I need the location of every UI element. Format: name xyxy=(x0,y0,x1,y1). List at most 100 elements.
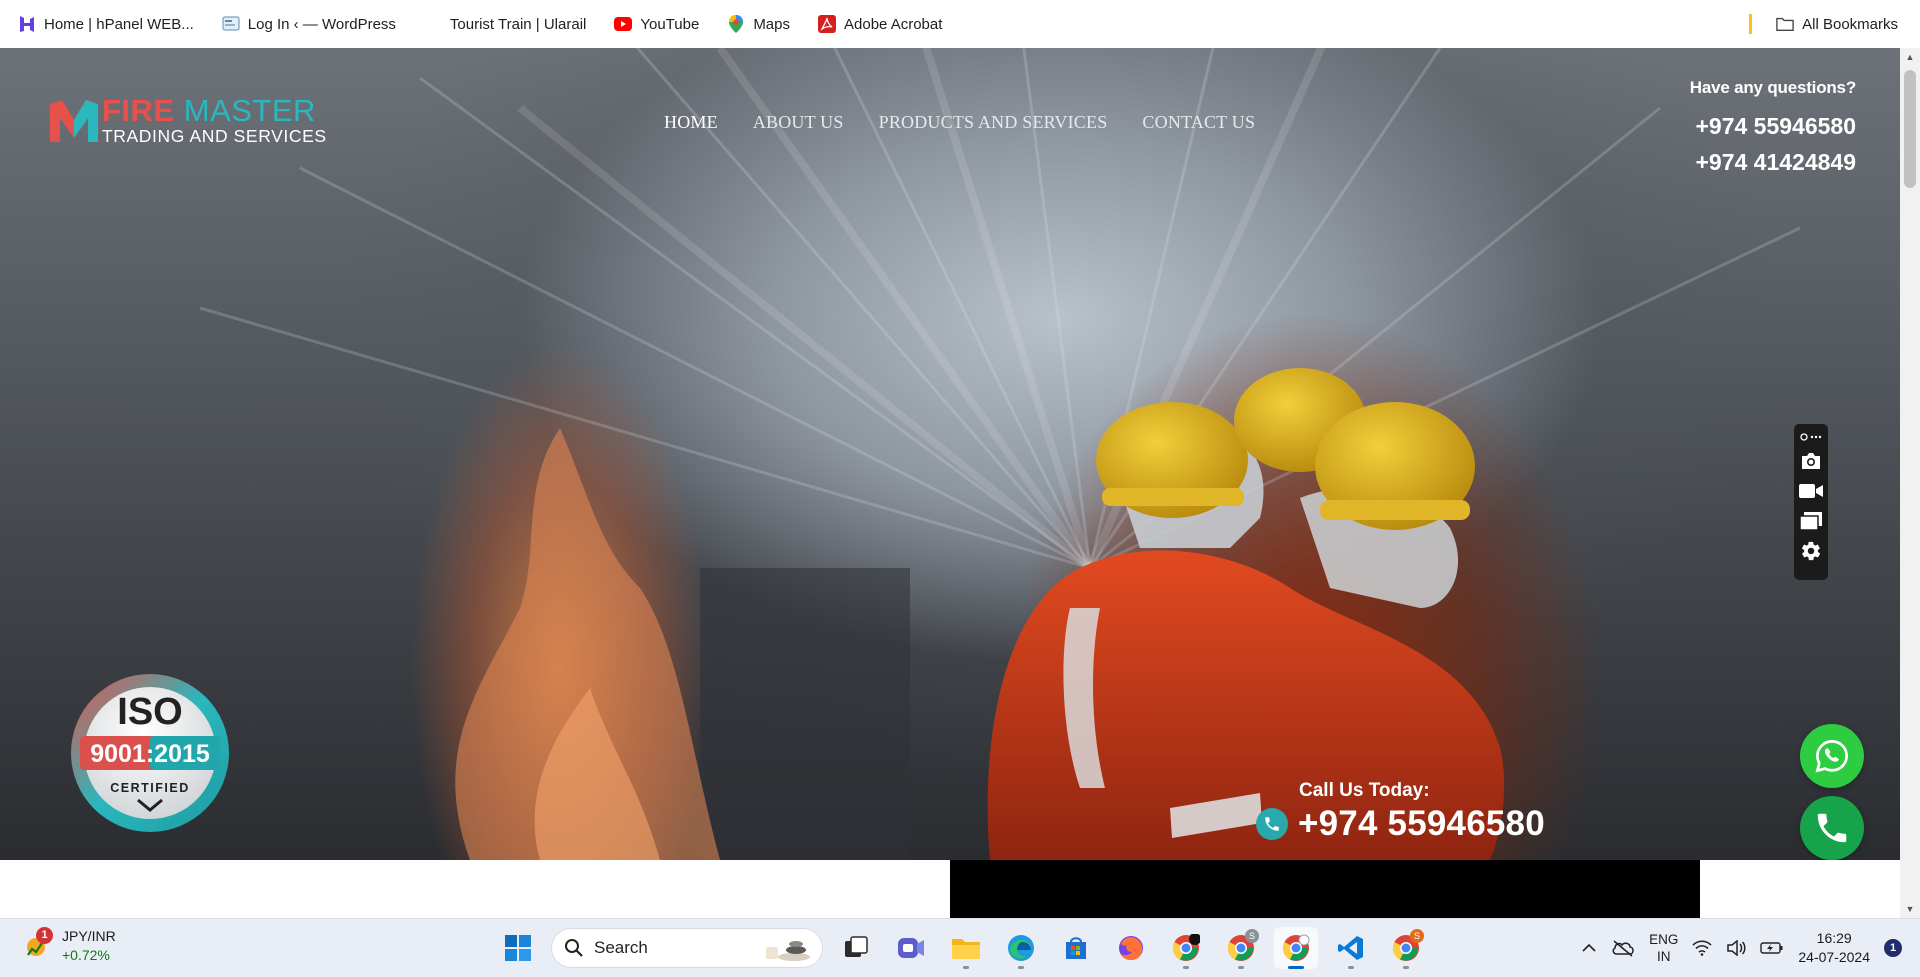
maps-icon xyxy=(727,15,745,33)
ticker-change: +0.72% xyxy=(62,947,110,963)
search-highlight-spa-icon xyxy=(766,941,810,961)
nav-about-us[interactable]: ABOUT US xyxy=(753,112,844,133)
clock-time: 16:29 xyxy=(1816,930,1852,946)
profile-badge: S xyxy=(1245,929,1259,943)
market-ticker-widget[interactable]: 1 JPY/INR +0.72% xyxy=(22,927,116,965)
bookmark-label: Log In ‹ — WordPress xyxy=(247,15,396,33)
hero-banner: FIRE MASTER TRADING AND SERVICES HOME AB… xyxy=(0,48,1900,860)
bookmarks-bar: Home | hPanel WEB... Log In ‹ — WordPres… xyxy=(0,0,1920,48)
video-record-icon[interactable] xyxy=(1798,476,1824,506)
all-bookmarks-label: All Bookmarks xyxy=(1802,15,1898,33)
whatsapp-button[interactable] xyxy=(1800,724,1864,788)
bookmark-ularail[interactable]: Tourist Train | Ularail xyxy=(420,8,590,40)
header-phone-1[interactable]: +974 55946580 xyxy=(1690,108,1856,144)
start-windows-icon[interactable] xyxy=(496,927,540,969)
chrome-icon[interactable] xyxy=(1164,927,1208,969)
taskbar-apps: Search S S xyxy=(496,927,1428,969)
bookmark-label: YouTube xyxy=(640,15,700,33)
acrobat-icon xyxy=(818,15,836,33)
notification-count: 1 xyxy=(1884,939,1902,957)
folder-icon xyxy=(1776,15,1794,33)
nav-home[interactable]: HOME xyxy=(664,112,718,133)
whatsapp-icon xyxy=(1815,740,1848,773)
bookmarks-separator xyxy=(1749,14,1753,34)
hero-background-image xyxy=(199,48,1801,860)
task-view-icon[interactable] xyxy=(834,927,878,969)
bookmark-maps[interactable]: Maps xyxy=(723,8,794,40)
call-us-phone: +974 55946580 xyxy=(1298,804,1545,843)
youtube-icon xyxy=(614,15,633,33)
logo-master-text: MASTER xyxy=(183,93,316,128)
hostinger-icon xyxy=(18,15,36,33)
header-contact: Have any questions? +974 55946580 +974 4… xyxy=(1690,78,1856,180)
settings-gear-icon[interactable] xyxy=(1798,536,1824,566)
volume-icon[interactable] xyxy=(1726,940,1746,956)
microsoft-store-icon[interactable] xyxy=(1054,927,1098,969)
main-nav: HOME ABOUT US PRODUCTS AND SERVICES CONT… xyxy=(664,112,1255,133)
scroll-down-arrow-icon[interactable]: ▼ xyxy=(1905,904,1915,914)
windows-taskbar: 1 JPY/INR +0.72% Search S S ENG IN 16:29… xyxy=(0,918,1920,977)
logo-fire-text: FIRE xyxy=(102,93,175,128)
onedrive-offline-icon[interactable] xyxy=(1611,939,1635,957)
call-us-phone-link[interactable]: +974 55946580 xyxy=(1256,804,1545,844)
toolbar-more-icon[interactable] xyxy=(1798,428,1824,446)
region-code: IN xyxy=(1656,949,1671,964)
video-embed-block[interactable] xyxy=(950,860,1700,918)
bookmark-label: Maps xyxy=(753,15,790,33)
notification-center-button[interactable]: 1 xyxy=(1884,939,1902,957)
vscode-icon[interactable] xyxy=(1329,927,1373,969)
bookmark-label: Adobe Acrobat xyxy=(844,15,943,33)
iso-title: ISO xyxy=(117,691,182,733)
bookmark-wordpress[interactable]: Log In ‹ — WordPress xyxy=(218,8,400,40)
site-logo[interactable]: FIRE MASTER TRADING AND SERVICES xyxy=(48,93,327,146)
file-explorer-icon[interactable] xyxy=(944,927,988,969)
scroll-up-arrow-icon[interactable]: ▲ xyxy=(1905,52,1915,62)
battery-charging-icon[interactable] xyxy=(1760,941,1784,955)
bookmark-label: Tourist Train | Ularail xyxy=(449,15,587,33)
system-tray: ENG IN 16:29 24-07-2024 1 xyxy=(1581,927,1902,969)
phone-icon xyxy=(1817,813,1847,843)
firefox-icon[interactable] xyxy=(1109,927,1153,969)
blank-page-icon xyxy=(424,15,442,33)
bookmark-youtube[interactable]: YouTube xyxy=(610,8,703,40)
show-hidden-icons-chevron-icon[interactable] xyxy=(1581,943,1597,953)
chrome-active-icon[interactable] xyxy=(1274,927,1318,969)
search-placeholder: Search xyxy=(594,938,648,957)
teams-meet-icon[interactable] xyxy=(889,927,933,969)
nav-contact-us[interactable]: CONTACT US xyxy=(1142,112,1255,133)
window-capture-icon[interactable] xyxy=(1798,506,1824,536)
bookmark-hpanel[interactable]: Home | hPanel WEB... xyxy=(14,8,198,40)
clock[interactable]: 16:29 24-07-2024 xyxy=(1798,929,1870,967)
questions-heading: Have any questions? xyxy=(1689,78,1856,97)
chrome-profile-2-icon[interactable]: S xyxy=(1384,927,1428,969)
bookmark-acrobat[interactable]: Adobe Acrobat xyxy=(814,8,946,40)
bookmark-label: Home | hPanel WEB... xyxy=(44,15,194,33)
edge-browser-icon[interactable] xyxy=(999,927,1043,969)
taskbar-search-box[interactable]: Search xyxy=(551,928,823,968)
wifi-icon[interactable] xyxy=(1692,940,1712,956)
profile-badge: S xyxy=(1410,929,1424,943)
call-us-block: Call Us Today: +974 55946580 xyxy=(1256,780,1545,844)
weather-widget-icon: 1 xyxy=(22,927,53,961)
header-phone-2[interactable]: +974 41424849 xyxy=(1690,144,1856,180)
clock-date: 24-07-2024 xyxy=(1798,949,1870,965)
iso-certified: CERTIFIED xyxy=(110,781,189,795)
iso-standard: 9001:2015 xyxy=(90,740,210,768)
nav-products-and-services[interactable]: PRODUCTS AND SERVICES xyxy=(879,112,1108,133)
screenshot-camera-icon[interactable] xyxy=(1798,446,1824,476)
ticker-pair: JPY/INR xyxy=(62,928,116,944)
language-code: ENG xyxy=(1649,932,1679,947)
page-scrollbar[interactable]: ▲ ▼ xyxy=(1900,48,1920,918)
ticker-badge: 1 xyxy=(36,927,53,944)
iso-certified-badge: ISO 9001:2015 CERTIFIED xyxy=(71,674,229,832)
phone-icon xyxy=(1256,808,1288,840)
chrome-profile-icon[interactable]: S xyxy=(1219,927,1263,969)
scrollbar-thumb[interactable] xyxy=(1904,70,1916,188)
language-indicator[interactable]: ENG IN xyxy=(1649,931,1678,965)
search-icon xyxy=(565,939,583,957)
wordpress-icon xyxy=(222,15,240,33)
logo-tagline: TRADING AND SERVICES xyxy=(102,126,327,146)
call-button[interactable] xyxy=(1800,796,1864,860)
call-us-label: Call Us Today: xyxy=(1299,780,1430,801)
all-bookmarks-button[interactable]: All Bookmarks xyxy=(1772,8,1902,40)
